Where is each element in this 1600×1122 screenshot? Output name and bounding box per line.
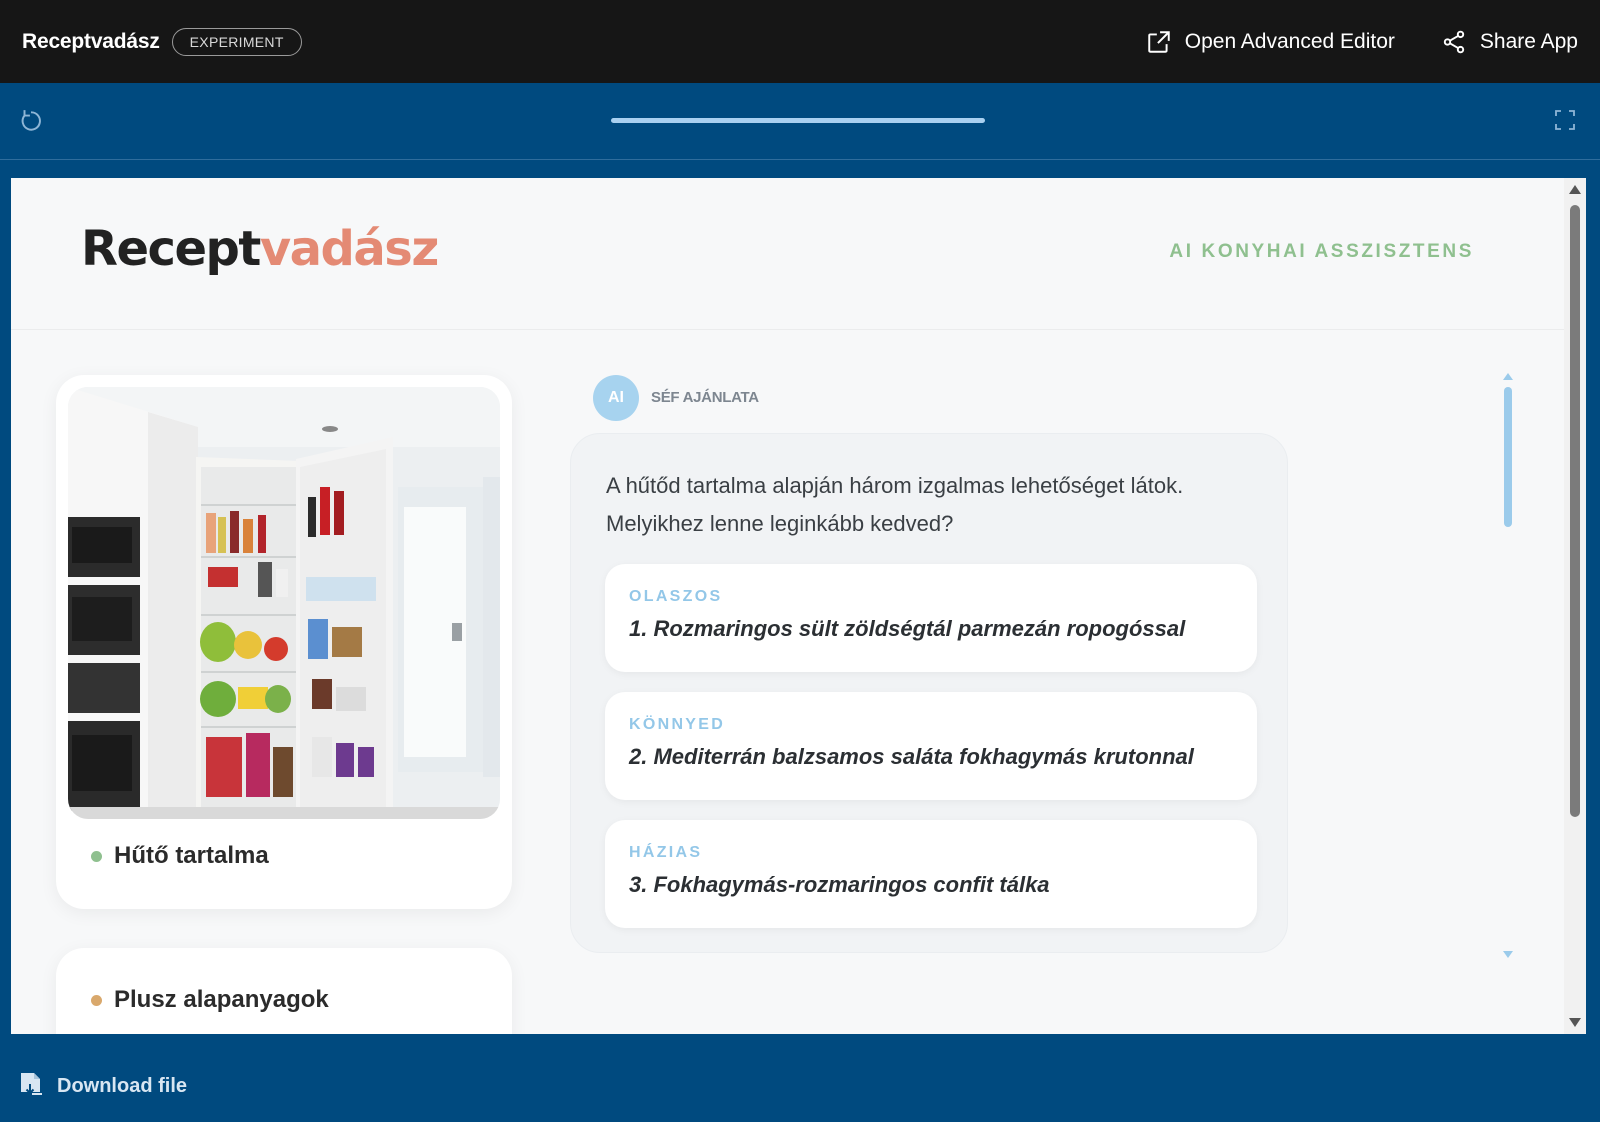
frame-scrollbar[interactable] [1564, 178, 1586, 1034]
recipe-option-1[interactable]: OLASZOS 1. Rozmaringos sült zöldségtál p… [605, 564, 1257, 672]
recipe-option-title: 1. Rozmaringos sült zöldségtál parmezán … [629, 616, 1186, 641]
recipe-option-3[interactable]: HÁZIAS 3. Fokhagymás-rozmaringos confit … [605, 820, 1257, 928]
logo-part-1: Recept [81, 221, 261, 277]
orange-dot-icon [91, 994, 102, 1006]
open-advanced-editor-button[interactable]: Open Advanced Editor [1146, 29, 1395, 55]
scroll-up-icon[interactable] [1569, 185, 1581, 194]
fridge-card[interactable]: Hűtő tartalma [56, 375, 512, 909]
scroll-down-icon[interactable] [1503, 951, 1513, 958]
download-file-icon [21, 1073, 42, 1095]
frame-scroll-thumb[interactable] [1570, 205, 1580, 817]
extra-ingredients-text: Plusz alapanyagok [114, 986, 329, 1013]
recipe-option-title: 2. Mediterrán balzsamos saláta fokhagymá… [629, 744, 1194, 769]
logo-part-2: vadász [259, 221, 439, 277]
app-header: Receptvadász AI KONYHAI ASSZISZTENS [11, 178, 1564, 330]
reload-icon[interactable] [18, 108, 44, 134]
scroll-up-icon[interactable] [1503, 373, 1513, 380]
scroll-down-icon[interactable] [1569, 1018, 1581, 1027]
extra-ingredients-card[interactable]: Plusz alapanyagok [56, 948, 512, 1034]
recipe-option-category: OLASZOS [629, 588, 723, 605]
ai-avatar: AI [593, 375, 639, 421]
app-title: Receptvadász [22, 29, 160, 53]
chat-scrollbar[interactable] [1502, 373, 1514, 958]
fridge-photo [68, 387, 500, 819]
green-dot-icon [91, 850, 102, 862]
download-file-button[interactable]: Download file [19, 1072, 187, 1100]
app-preview-frame: Receptvadász AI KONYHAI ASSZISZTENS Hűtő… [11, 178, 1586, 1034]
share-icon [1443, 30, 1465, 53]
recipe-option-category: HÁZIAS [629, 844, 703, 861]
chat-message: A hűtőd tartalma alapján három izgalmas … [606, 473, 1184, 536]
recipe-option-title: 3. Fokhagymás-rozmaringos confit tálka [629, 872, 1050, 897]
tagline: AI KONYHAI ASSZISZTENS [1169, 241, 1474, 262]
loading-progress-bar [611, 118, 985, 123]
share-app-label: Share App [1479, 29, 1578, 53]
fridge-label-text: Hűtő tartalma [114, 842, 269, 869]
download-file-label: Download file [57, 1074, 187, 1097]
recipe-option-category: KÖNNYED [629, 716, 726, 733]
extra-ingredients-label: Plusz alapanyagok [91, 986, 329, 1014]
experiment-badge: EXPERIMENT [171, 27, 302, 56]
chat-bubble: A hűtőd tartalma alapján három izgalmas … [570, 433, 1288, 953]
open-advanced-editor-label: Open Advanced Editor [1184, 29, 1395, 53]
fridge-label: Hűtő tartalma [91, 842, 269, 870]
chef-recommendation-label: SÉF AJÁNLATA [651, 389, 759, 406]
top-bar: Receptvadász EXPERIMENT Open Advanced Ed… [0, 0, 1600, 83]
recipe-option-2[interactable]: KÖNNYED 2. Mediterrán balzsamos saláta f… [605, 692, 1257, 800]
share-app-button[interactable]: Share App [1441, 29, 1578, 55]
fullscreen-icon[interactable] [1553, 108, 1577, 132]
chat-scroll-thumb[interactable] [1504, 387, 1512, 527]
external-link-icon [1148, 30, 1170, 53]
app-logo: Receptvadász [81, 221, 439, 277]
